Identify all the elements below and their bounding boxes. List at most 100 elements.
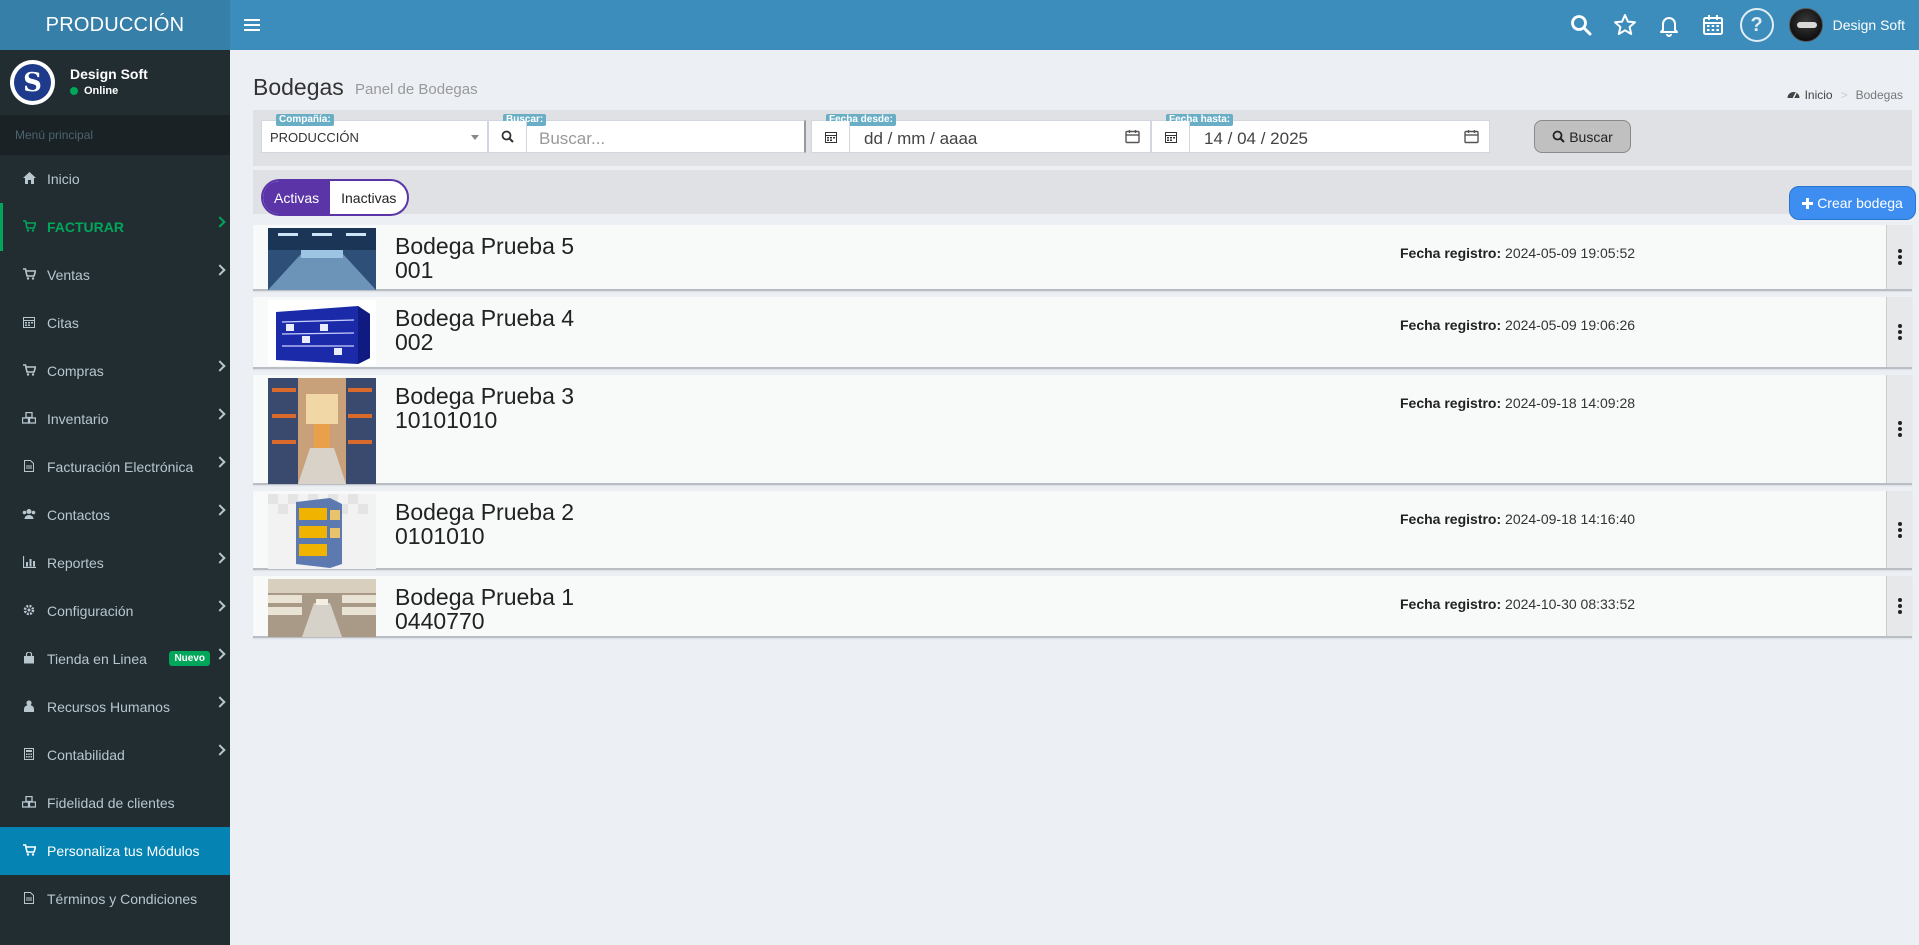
date-to-field[interactable]: Fecha hasta: 14 / 04 / 2025 xyxy=(1151,114,1490,153)
sidebar-user-name: Design Soft xyxy=(70,66,148,82)
warehouse-name: Bodega Prueba 2 xyxy=(395,499,575,525)
sidebar-item-citas[interactable]: Citas xyxy=(0,299,230,347)
star-icon[interactable] xyxy=(1607,5,1643,45)
date-from-field[interactable]: Fecha desde: dd / mm / aaaa xyxy=(811,114,1151,153)
sidebar-item-recursos-humanos[interactable]: Recursos Humanos xyxy=(0,683,230,731)
sidebar: S Design Soft Online Menú principal Inic… xyxy=(0,50,230,945)
user-menu[interactable]: Design Soft xyxy=(1788,8,1905,42)
sidebar-item-compras[interactable]: Compras xyxy=(0,347,230,395)
new-badge: Nuevo xyxy=(169,651,210,666)
search-icon xyxy=(489,121,527,152)
calendar-icon[interactable] xyxy=(1695,5,1731,45)
breadcrumb-home[interactable]: Inicio xyxy=(1805,88,1833,102)
warehouse-code: 10101010 xyxy=(395,407,498,433)
sidebar-item-personaliza-modulos[interactable]: Personaliza tus Módulos xyxy=(0,827,230,875)
registration-date: Fecha registro: 2024-05-09 19:05:52 xyxy=(1400,245,1636,261)
warehouse-image xyxy=(268,579,376,637)
caret-down-icon xyxy=(471,135,479,140)
warehouse-code: 001 xyxy=(395,257,434,283)
calculator-icon xyxy=(21,747,37,763)
search-group: Buscar: Buscar... xyxy=(488,114,806,153)
sidebar-item-contabilidad[interactable]: Contabilidad xyxy=(0,731,230,779)
chevron-right-icon xyxy=(214,600,226,612)
tab-inactivas[interactable]: Inactivas xyxy=(330,181,407,214)
search-icon xyxy=(1552,130,1565,143)
sidebar-item-reportes[interactable]: Reportes xyxy=(0,539,230,587)
gear-icon xyxy=(21,604,37,619)
list-item[interactable]: Bodega Prueba 4 002 Fecha registro: 2024… xyxy=(253,297,1912,369)
registration-date: Fecha registro: 2024-09-18 14:09:28 xyxy=(1400,395,1636,411)
chevron-right-icon xyxy=(214,360,226,372)
filter-bar: Compañía: PRODUCCIÓN Buscar: Buscar... F… xyxy=(253,110,1912,166)
bar-chart-icon xyxy=(21,555,37,571)
list-item[interactable]: Bodega Prueba 2 0101010 Fecha registro: … xyxy=(253,491,1912,570)
search-icon[interactable] xyxy=(1563,5,1599,45)
list-item[interactable]: Bodega Prueba 3 10101010 Fecha registro:… xyxy=(253,375,1912,485)
shopping-bag-icon xyxy=(21,650,37,667)
warehouse-image xyxy=(268,494,376,569)
list-item[interactable]: Bodega Prueba 5 001 Fecha registro: 2024… xyxy=(253,225,1912,291)
warehouse-name: Bodega Prueba 3 xyxy=(395,383,575,409)
chevron-right-icon xyxy=(214,408,226,420)
sidebar-item-terminos-condiciones[interactable]: Términos y Condiciones xyxy=(0,875,230,923)
calendar-icon xyxy=(812,121,850,152)
file-icon xyxy=(21,891,37,907)
create-warehouse-button[interactable]: Crear bodega xyxy=(1789,186,1916,220)
sidebar-item-inventario[interactable]: Inventario xyxy=(0,395,230,443)
search-input[interactable]: Buscar... xyxy=(539,129,605,149)
file-icon xyxy=(21,459,37,475)
brand-logo-text[interactable]: PRODUCCIÓN xyxy=(0,0,230,50)
status-toggle: Activas Inactivas xyxy=(261,179,410,216)
bell-icon[interactable] xyxy=(1651,5,1687,45)
sidebar-item-inicio[interactable]: Inicio xyxy=(0,155,230,203)
sidebar-item-fidelidad-de-clientes[interactable]: Fidelidad de clientes xyxy=(0,779,230,827)
sidebar-item-ventas[interactable]: Ventas xyxy=(0,251,230,299)
sidebar-item-tienda-en-linea[interactable]: Tienda en Linea Nuevo xyxy=(0,635,230,683)
warehouse-image xyxy=(268,378,376,484)
sidebar-item-contactos[interactable]: Contactos xyxy=(0,491,230,539)
home-icon xyxy=(21,171,37,187)
date-picker-icon[interactable] xyxy=(1125,129,1140,149)
more-options-icon[interactable] xyxy=(1886,576,1912,636)
more-options-icon[interactable] xyxy=(1886,491,1912,568)
breadcrumb-current: Bodegas xyxy=(1855,88,1903,102)
cart-icon xyxy=(21,267,37,283)
chevron-right-icon xyxy=(214,456,226,468)
main-content: Bodegas Panel de Bodegas Inicio > Bodega… xyxy=(230,50,1919,945)
chevron-right-icon xyxy=(214,264,226,276)
tab-activas[interactable]: Activas xyxy=(263,181,331,214)
chevron-right-icon xyxy=(214,504,226,516)
warehouse-name: Bodega Prueba 5 xyxy=(395,233,575,259)
warehouse-image xyxy=(268,300,376,366)
company-select[interactable]: Compañía: PRODUCCIÓN xyxy=(261,114,488,153)
cubes-icon xyxy=(21,795,37,811)
sidebar-item-facturacion-electronica[interactable]: Facturación Electrónica xyxy=(0,443,230,491)
user-name: Design Soft xyxy=(1832,17,1905,33)
warehouse-code: 0101010 xyxy=(395,523,485,549)
calendar-icon xyxy=(1152,121,1190,152)
warehouse-name: Bodega Prueba 4 xyxy=(395,305,575,331)
registration-date: Fecha registro: 2024-09-18 14:16:40 xyxy=(1400,511,1636,527)
more-options-icon[interactable] xyxy=(1886,375,1912,483)
warehouse-code: 0440770 xyxy=(395,608,485,634)
help-icon[interactable]: ? xyxy=(1739,5,1775,45)
company-label: Compañía: xyxy=(276,114,334,126)
page-title: Bodegas xyxy=(253,74,344,100)
status-dot-icon xyxy=(70,87,78,95)
dashboard-icon xyxy=(1787,88,1800,102)
list-item[interactable]: Bodega Prueba 1 0440770 Fecha registro: … xyxy=(253,576,1912,638)
navbar-actions: ? Design Soft xyxy=(1555,0,1905,50)
sidebar-item-facturar[interactable]: FACTURAR xyxy=(0,203,230,251)
sidebar-item-configuracion[interactable]: Configuración xyxy=(0,587,230,635)
more-options-icon[interactable] xyxy=(1886,225,1912,289)
breadcrumb: Inicio > Bodegas xyxy=(1787,88,1903,102)
chevron-right-icon xyxy=(214,552,226,564)
registration-date: Fecha registro: 2024-05-09 19:06:26 xyxy=(1400,317,1636,333)
chevron-right-icon xyxy=(214,696,226,708)
plus-icon xyxy=(1802,197,1814,209)
search-button[interactable]: Buscar xyxy=(1534,120,1631,153)
sidebar-toggle-icon[interactable] xyxy=(244,16,260,34)
users-icon xyxy=(21,508,37,523)
date-picker-icon[interactable] xyxy=(1464,129,1479,149)
more-options-icon[interactable] xyxy=(1886,297,1912,367)
